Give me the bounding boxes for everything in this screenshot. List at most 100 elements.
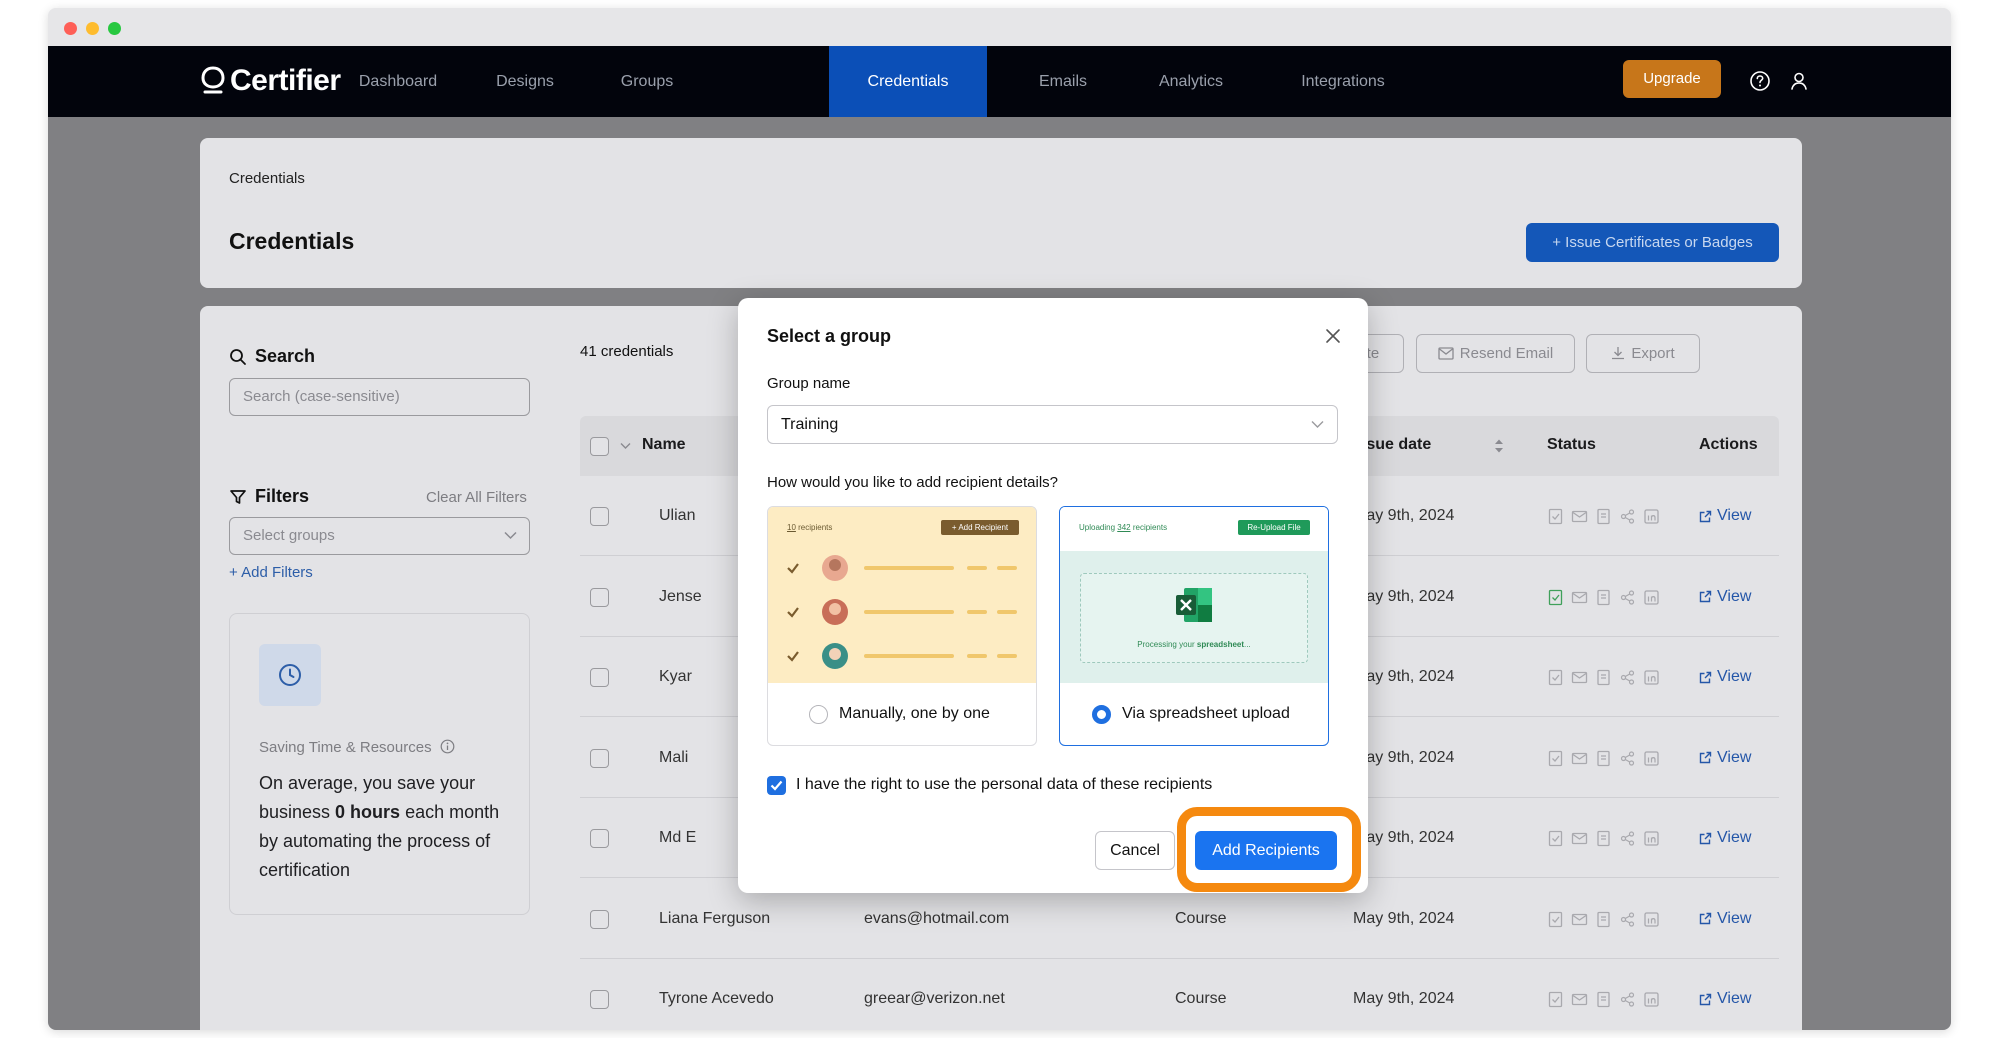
select-groups-placeholder: Select groups [243,527,335,544]
page-title: Credentials [229,228,355,254]
view-link[interactable]: View [1699,910,1751,928]
brand-name: Certifier [230,64,341,97]
cell-name: Kyar [659,668,692,685]
view-link[interactable]: View [1699,588,1751,606]
manual-preview-count-text: recipients [795,523,833,532]
add-filters-link[interactable]: + Add Filters [229,564,313,581]
row-checkbox[interactable] [590,748,609,768]
nav-integrations[interactable]: Integrations [1273,46,1413,117]
email-status-icon [1571,671,1588,684]
external-link-icon [1699,510,1712,522]
view-status-icon [1597,669,1610,686]
option-spreadsheet[interactable]: Uploading 342 recipients Re-Upload File … [1059,506,1329,746]
select-groups-dropdown[interactable]: Select groups [229,517,530,555]
processing-text-3: ... [1244,640,1251,649]
nav-credentials[interactable]: Credentials [829,46,987,117]
top-navbar: Certifier Dashboard Designs Groups Crede… [48,46,1951,117]
consent-label[interactable]: I have the right to use the personal dat… [796,776,1212,794]
status-icons [1547,991,1660,1008]
credentials-count: 41 credentials [580,343,674,360]
view-link[interactable]: View [1699,829,1751,847]
consent-checkbox[interactable] [767,776,786,795]
cell-issue-date: May 9th, 2024 [1353,587,1455,605]
upgrade-button[interactable]: Upgrade [1623,60,1721,98]
cell-email: evans@hotmail.com [864,909,1010,927]
view-link[interactable]: View [1699,749,1751,767]
page-header-card: Credentials Credentials + Issue Certific… [200,138,1802,288]
nav-groups[interactable]: Groups [592,46,702,117]
cell-issue-date: May 9th, 2024 [1353,748,1455,766]
saving-time-panel: Saving Time & Resources On average, you … [229,613,530,915]
nav-dashboard[interactable]: Dashboard [338,46,458,117]
row-checkbox[interactable] [590,829,609,848]
option-manual-label: Manually, one by one [839,705,990,722]
export-button[interactable]: Export [1586,334,1700,373]
table-row[interactable]: Tyrone Acevedo greear@verizon.net Course… [580,959,1779,1030]
row-checkbox[interactable] [590,990,609,1009]
saving-hours: 0 hours [335,802,401,822]
option-manual[interactable]: 10 recipients + Add Recipient Manually, … [767,506,1037,746]
mail-icon [1438,347,1454,360]
row-checkbox[interactable] [590,507,609,526]
row-checkbox[interactable] [590,668,609,687]
close-window-button[interactable] [64,22,77,35]
spreadsheet-preview-count: Uploading 342 recipients [1079,523,1167,532]
row-checkbox[interactable] [590,909,609,929]
view-status-icon [1597,508,1610,525]
radio-manual[interactable] [809,705,828,724]
cell-email: greear@verizon.net [864,990,1005,1007]
cell-name: Ulian [659,507,696,524]
breadcrumb[interactable]: Credentials [229,170,305,187]
select-all-checkbox[interactable] [590,437,609,456]
search-input[interactable]: Search (case-sensitive) [229,378,530,416]
certifier-logo[interactable]: Certifier [200,64,341,98]
maximize-window-button[interactable] [108,22,121,35]
view-link[interactable]: View [1699,990,1751,1008]
group-name-select[interactable]: Training [767,405,1338,444]
certifier-logo-icon [201,66,225,94]
certificate-status-icon [1548,911,1563,927]
share-status-icon [1620,750,1635,766]
window-titlebar [48,8,1951,46]
manual-preview-count-num: 10 [787,523,796,532]
manual-preview: 10 recipients + Add Recipient [768,507,1036,683]
resend-email-button[interactable]: Resend Email [1416,334,1575,373]
minimize-window-button[interactable] [86,22,99,35]
clear-filters-link[interactable]: Clear All Filters [426,489,527,506]
close-icon[interactable] [1323,326,1343,346]
help-icon[interactable] [1749,70,1771,92]
nav-designs[interactable]: Designs [470,46,580,117]
option-spreadsheet-label: Via spreadsheet upload [1122,705,1290,722]
chevron-down-icon[interactable] [620,442,631,450]
nav-emails[interactable]: Emails [1008,46,1118,117]
cell-name: Liana Ferguson [659,909,771,927]
linkedin-status-icon [1644,670,1659,685]
linkedin-status-icon [1644,831,1659,846]
view-link[interactable]: View [1699,507,1751,525]
user-icon[interactable] [1788,70,1810,92]
linkedin-status-icon [1644,750,1659,766]
info-icon[interactable] [440,739,455,754]
view-label: View [1717,587,1752,605]
certificate-status-icon [1548,508,1563,525]
filters-label: Filters [255,486,310,506]
view-link[interactable]: View [1699,668,1751,686]
status-icons [1547,669,1660,686]
chevron-down-icon [504,531,517,540]
external-link-icon [1699,671,1712,683]
issue-certificates-button[interactable]: + Issue Certificates or Badges [1526,223,1779,262]
share-status-icon [1620,589,1635,605]
col-name[interactable]: Name [642,436,686,454]
spreadsheet-preview-uploading: Uploading [1079,523,1118,532]
upload-dropzone: Processing your spreadsheet... [1080,573,1308,663]
nav-analytics[interactable]: Analytics [1131,46,1251,117]
view-status-icon [1597,589,1610,605]
row-checkbox[interactable] [590,587,609,607]
cancel-button[interactable]: Cancel [1095,831,1175,870]
cell-group: Course [1175,990,1227,1007]
saving-description: On average, you save your business 0 hou… [259,769,519,885]
checkmark-icon [770,780,783,791]
sort-icon[interactable] [1494,438,1504,454]
status-icons [1547,911,1660,928]
radio-spreadsheet[interactable] [1092,705,1111,724]
